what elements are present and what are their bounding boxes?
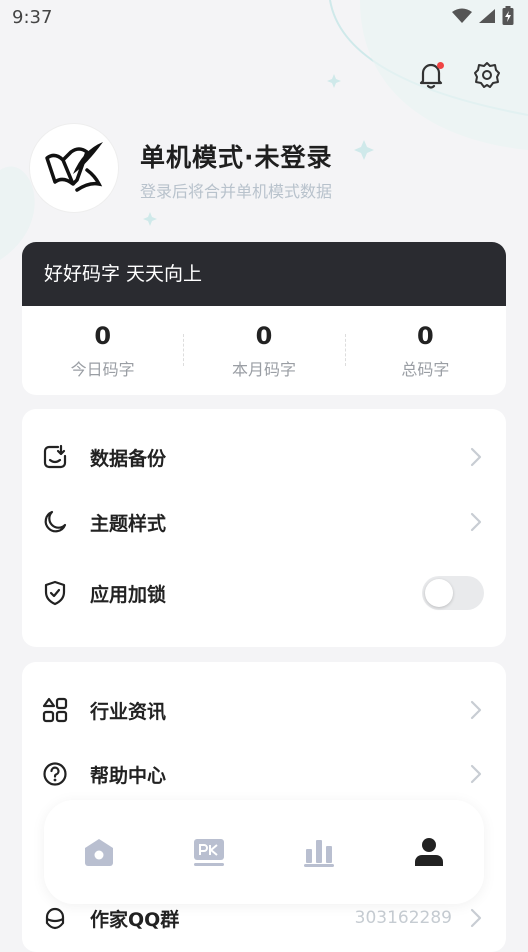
menu-item-label: 作家QQ群 xyxy=(90,908,180,931)
pk-icon xyxy=(194,839,224,866)
avatar[interactable] xyxy=(30,124,118,212)
profile-subtitle: 登录后将合并单机模式数据 xyxy=(140,182,333,201)
notification-button[interactable] xyxy=(416,60,446,90)
stat-label: 今日码字 xyxy=(70,359,135,379)
home-icon xyxy=(85,839,113,866)
settings-button[interactable] xyxy=(472,60,502,90)
stat-total: 0 总码字 xyxy=(344,306,506,395)
qq-icon xyxy=(42,905,68,931)
qq-group-number: 303162289 xyxy=(354,908,452,928)
stats-banner: 好好码字 天天向上 xyxy=(22,242,506,306)
chevron-right-icon xyxy=(470,908,484,928)
top-actions xyxy=(416,60,502,90)
stat-value: 0 xyxy=(94,321,112,350)
menu-item-help-center[interactable]: 帮助中心 xyxy=(22,744,506,804)
wifi-icon xyxy=(452,8,472,23)
quill-book-logo-icon xyxy=(45,142,103,192)
toggle-knob xyxy=(425,579,453,607)
menu-item-label: 主题样式 xyxy=(90,512,167,535)
menu-item-label: 行业资讯 xyxy=(90,700,167,723)
stat-label: 总码字 xyxy=(401,359,450,379)
stat-value: 0 xyxy=(255,321,273,350)
grid-icon xyxy=(42,697,68,723)
moon-icon xyxy=(42,509,68,535)
menu-item-theme-style[interactable]: 主题样式 xyxy=(22,492,506,552)
help-icon xyxy=(42,761,68,787)
settings-menu-card: 数据备份 主题样式 应用加锁 xyxy=(22,409,506,647)
nav-home[interactable] xyxy=(69,822,129,882)
status-time: 9:37 xyxy=(12,7,53,28)
person-icon xyxy=(415,838,443,866)
profile-name: 单机模式·未登录 xyxy=(140,143,333,172)
signal-icon xyxy=(479,9,495,23)
bar-chart-icon xyxy=(304,840,334,867)
battery-icon xyxy=(502,6,514,25)
menu-item-label: 帮助中心 xyxy=(90,764,167,787)
menu-item-app-lock: 应用加锁 xyxy=(22,563,506,623)
app-lock-toggle[interactable] xyxy=(422,576,484,610)
profile-header[interactable]: 单机模式·未登录 登录后将合并单机模式数据 xyxy=(30,124,500,214)
menu-item-label: 应用加锁 xyxy=(90,583,167,606)
menu-item-data-backup[interactable]: 数据备份 xyxy=(22,427,506,487)
nav-stats[interactable] xyxy=(289,822,349,882)
notification-badge-dot xyxy=(437,62,444,69)
menu-item-industry-news[interactable]: 行业资讯 xyxy=(22,680,506,740)
shield-check-icon xyxy=(42,580,68,606)
menu-item-label: 数据备份 xyxy=(90,447,167,470)
stat-value: 0 xyxy=(416,321,434,350)
gear-icon xyxy=(474,62,500,88)
status-bar: 9:37 xyxy=(0,0,528,36)
stat-label: 本月码字 xyxy=(231,359,296,379)
chevron-right-icon xyxy=(470,700,484,720)
chevron-right-icon xyxy=(470,764,484,784)
chevron-right-icon xyxy=(470,512,484,532)
stat-today: 0 今日码字 xyxy=(22,306,183,395)
stat-month: 0 本月码字 xyxy=(183,306,344,395)
chevron-right-icon xyxy=(470,447,484,467)
writing-stats-card: 好好码字 天天向上 0 今日码字 0 本月码字 0 总码字 xyxy=(22,242,506,395)
nav-profile[interactable] xyxy=(399,822,459,882)
backup-icon xyxy=(42,444,68,470)
stats-row: 0 今日码字 0 本月码字 0 总码字 xyxy=(22,306,506,395)
bottom-navigation xyxy=(44,800,484,904)
nav-pk[interactable] xyxy=(179,822,239,882)
